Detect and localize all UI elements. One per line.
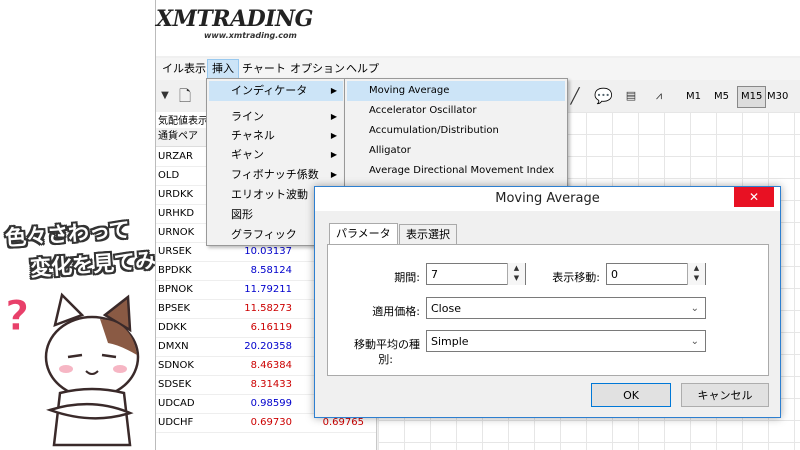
bid-cell: 8.46384: [250, 360, 292, 371]
bid-cell: 8.58124: [250, 265, 292, 276]
shift-label: 表示移動:: [552, 271, 600, 284]
shift-value: 0: [611, 268, 618, 281]
close-icon[interactable]: ✕: [734, 187, 774, 207]
menu-item-label: チャネル: [231, 129, 275, 142]
symbol-cell: BPSEK: [158, 303, 191, 314]
menu-chart[interactable]: チャート: [238, 60, 290, 78]
menu-insert[interactable]: 挿入: [207, 59, 239, 79]
spin-up-icon[interactable]: ▲: [508, 263, 525, 273]
menu-item-label: インディケータ: [231, 84, 308, 97]
indicator-menu-item[interactable]: Alligator: [347, 141, 565, 161]
new-chart-icon[interactable]: 🗋: [176, 87, 194, 105]
cat-mascot-icon: ?: [5, 291, 140, 447]
symbol-cell: DDKK: [158, 322, 187, 333]
ok-button[interactable]: OK: [591, 383, 671, 407]
bars-f-icon[interactable]: ▤: [622, 87, 640, 105]
submenu-arrow-icon: ▶: [330, 131, 337, 140]
chevron-down-icon[interactable]: ▼: [156, 87, 174, 105]
period-label: 期間:: [394, 271, 420, 284]
timeframe-m5[interactable]: M5: [711, 87, 732, 107]
symbol-cell: URNOK: [158, 227, 195, 238]
ma-method-label-1: 移動平均の種: [354, 338, 420, 351]
broker-site: www.xmtrading.com: [204, 31, 297, 40]
submenu-arrow-icon: ▶: [330, 150, 337, 159]
chevron-down-icon: ⌄: [690, 303, 699, 314]
mascot-area: 色々さわって 変化を見てみよう ?: [0, 0, 199, 450]
shift-spinner[interactable]: ▲ ▼: [687, 263, 705, 285]
symbol-cell: BPDKK: [158, 265, 192, 276]
timeframe-m30[interactable]: M30: [764, 87, 791, 107]
bid-cell: 0.69730: [250, 417, 292, 428]
menu-options[interactable]: オプション: [286, 60, 349, 78]
ma-method-value: Simple: [431, 335, 469, 348]
dialog-title: Moving Average: [315, 187, 780, 211]
bid-cell: 6.16119: [250, 322, 292, 333]
spin-down-icon[interactable]: ▼: [688, 273, 705, 283]
spin-down-icon[interactable]: ▼: [508, 273, 525, 283]
apply-price-select[interactable]: Close ⌄: [426, 297, 706, 319]
shift-input[interactable]: 0 ▲ ▼: [606, 263, 706, 285]
symbol-cell: OLD: [158, 170, 180, 181]
period-spinner[interactable]: ▲ ▼: [507, 263, 525, 285]
menu-item-label: ギャン: [231, 148, 264, 161]
insert-menu-item[interactable]: インディケータ ▶: [209, 81, 343, 101]
bid-cell: 11.58273: [244, 303, 292, 314]
period-value: 7: [431, 268, 438, 281]
symbol-cell: SDSEK: [158, 379, 192, 390]
menu-help[interactable]: ヘルプ: [342, 60, 383, 78]
broker-logo: XMTRADING: [156, 6, 313, 32]
insert-menu-item[interactable]: ギャン ▶: [209, 145, 343, 165]
ma-method-label-2: 別:: [378, 353, 393, 366]
timeframe-m1[interactable]: M1: [683, 87, 704, 107]
tab-visualization[interactable]: 表示選択: [399, 224, 457, 245]
bid-cell: 11.79211: [244, 284, 292, 295]
apply-price-value: Close: [431, 302, 461, 315]
chevron-down-icon: ⌄: [690, 336, 699, 347]
symbol-cell: BPNOK: [158, 284, 193, 295]
logo-bar: XMTRADING www.xmtrading.com: [156, 0, 800, 56]
bid-cell: 0.98599: [250, 398, 292, 409]
line-icon[interactable]: ╱: [566, 87, 584, 105]
submenu-arrow-icon: ▶: [330, 170, 337, 179]
menu-item-label: ライン: [231, 110, 264, 123]
insert-menu-item[interactable]: ライン ▶: [209, 107, 343, 127]
spin-up-icon[interactable]: ▲: [688, 263, 705, 273]
bid-cell: 20.20358: [244, 341, 292, 352]
bid-cell: 8.31433: [250, 379, 292, 390]
timeframe-m15[interactable]: M15: [737, 86, 767, 108]
submenu-arrow-icon: ▶: [330, 112, 337, 121]
symbol-cell: URDKK: [158, 189, 194, 200]
symbol-cell: URZAR: [158, 151, 193, 162]
insert-menu-item[interactable]: チャネル ▶: [209, 126, 343, 146]
symbol-cell: URSEK: [158, 246, 192, 257]
comment-icon[interactable]: 💬: [594, 87, 613, 105]
symbol-cell: SDNOK: [158, 360, 194, 371]
symbol-cell: UDCHF: [158, 417, 194, 428]
symbol-cell: UDCAD: [158, 398, 195, 409]
apply-price-label: 適用価格:: [372, 305, 420, 318]
menu-item-label: エリオット波動: [231, 188, 308, 201]
menu-view[interactable]: 表示: [180, 60, 210, 78]
indicator-submenu: Moving Average Accelerator Oscillator Accu…: [344, 78, 568, 190]
moving-average-dialog: Moving Average ✕ パラメータ 表示選択 期間: 7 ▲ ▼ 表示…: [314, 186, 781, 418]
indicator-menu-item[interactable]: Average Directional Movement Index: [347, 161, 565, 181]
symbol-cell: URHKD: [158, 208, 195, 219]
indicator-menu-item[interactable]: Accumulation/Distribution: [347, 121, 565, 141]
ma-method-select[interactable]: Simple ⌄: [426, 330, 706, 352]
chart-e-icon[interactable]: ⩘: [650, 87, 668, 105]
symbol-cell: DMXN: [158, 341, 189, 352]
period-input[interactable]: 7 ▲ ▼: [426, 263, 526, 285]
menu-item-label: フィボナッチ係数: [231, 168, 319, 181]
cancel-button[interactable]: キャンセル: [681, 383, 769, 407]
menu-item-label: 図形: [231, 208, 253, 221]
menu-item-label: グラフィック: [231, 228, 297, 241]
svg-text:?: ?: [5, 291, 29, 340]
parameters-panel: 期間: 7 ▲ ▼ 表示移動: 0 ▲ ▼ 適用価格: Close ⌄ 移動平均…: [327, 244, 769, 376]
submenu-arrow-icon: ▶: [330, 86, 337, 95]
indicator-menu-item[interactable]: Accelerator Oscillator: [347, 101, 565, 121]
tab-parameters[interactable]: パラメータ: [329, 223, 398, 246]
insert-menu-item[interactable]: フィボナッチ係数 ▶: [209, 165, 343, 185]
indicator-menu-item[interactable]: Moving Average: [347, 81, 565, 101]
